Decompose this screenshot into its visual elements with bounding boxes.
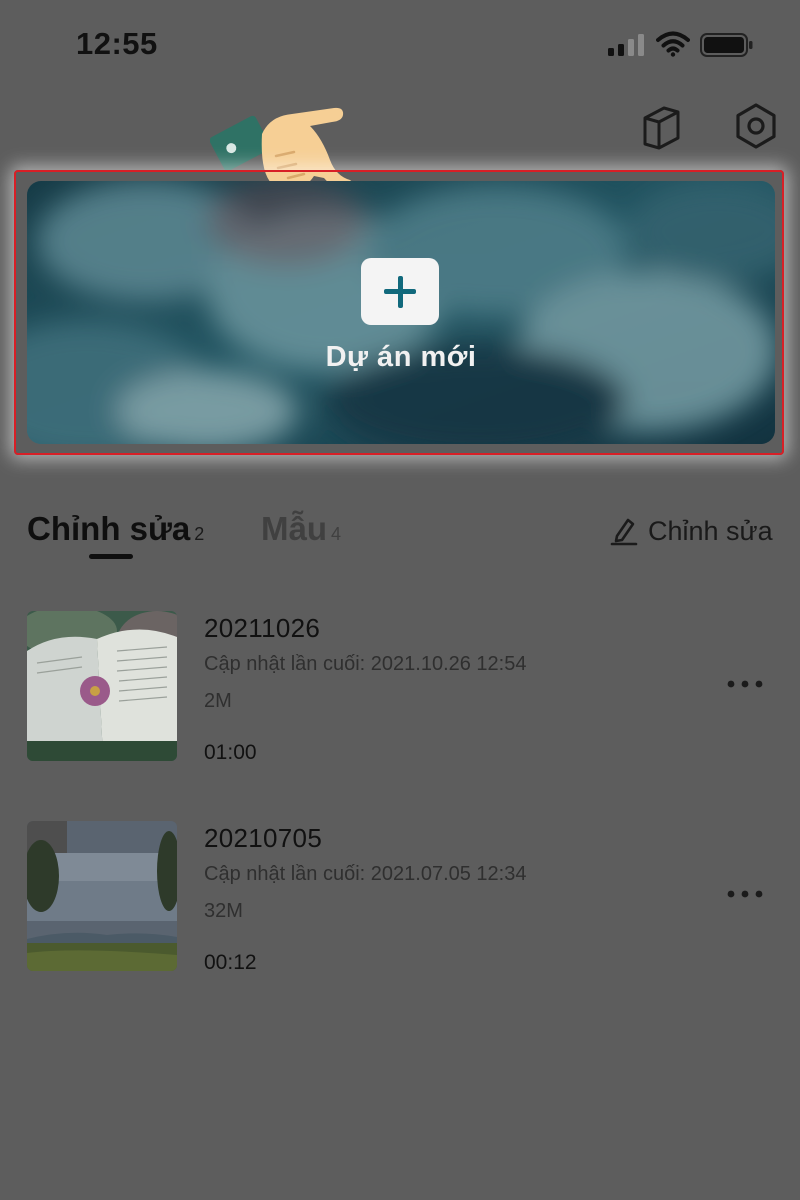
tab-edit-count: 2	[194, 524, 205, 544]
tab-templates[interactable]: Mẫu 4	[261, 510, 341, 548]
book-icon[interactable]	[640, 104, 684, 150]
project-thumbnail	[27, 821, 177, 971]
project-name: 20211026	[204, 613, 321, 643]
tab-templates-count: 4	[331, 524, 342, 544]
project-item[interactable]: 20210705 Cập nhật lần cuối: 2021.07.05 1…	[0, 821, 800, 981]
project-size: 32M	[204, 900, 243, 922]
landscape-image	[27, 821, 177, 971]
project-size: 2M	[204, 690, 232, 712]
more-options-icon[interactable]	[726, 879, 764, 909]
project-updated: Cập nhật lần cuối: 2021.10.26 12:54	[204, 653, 527, 675]
new-project-button[interactable]: Dự án mới	[27, 181, 775, 444]
project-updated: Cập nhật lần cuối: 2021.07.05 12:34	[204, 863, 527, 885]
tab-edit-label: Chỉnh sửa	[27, 510, 191, 547]
new-project-label: Dự án mới	[325, 341, 477, 373]
tab-edit[interactable]: Chỉnh sửa 2	[27, 510, 204, 548]
status-bar: 12:55	[0, 0, 800, 80]
edit-projects-label: Chỉnh sửa	[648, 515, 773, 546]
tab-templates-label: Mẫu	[261, 510, 327, 547]
pencil-icon	[610, 518, 638, 546]
active-tab-indicator	[89, 554, 133, 559]
more-options-icon[interactable]	[726, 669, 764, 699]
wifi-icon	[656, 31, 690, 57]
project-item[interactable]: 20211026 Cập nhật lần cuối: 2021.10.26 1…	[0, 611, 800, 771]
project-name: 20210705	[204, 823, 323, 853]
open-book-flower-image	[27, 611, 177, 761]
plus-icon[interactable]	[361, 258, 439, 325]
project-duration: 00:12	[204, 951, 257, 974]
project-thumbnail	[27, 611, 177, 761]
edit-projects-button[interactable]: Chỉnh sửa	[610, 514, 773, 548]
project-duration: 01:00	[204, 741, 257, 764]
battery-icon	[700, 33, 753, 57]
status-time: 12:55	[76, 26, 158, 61]
signal-icon	[608, 34, 644, 56]
settings-icon[interactable]	[733, 102, 779, 150]
